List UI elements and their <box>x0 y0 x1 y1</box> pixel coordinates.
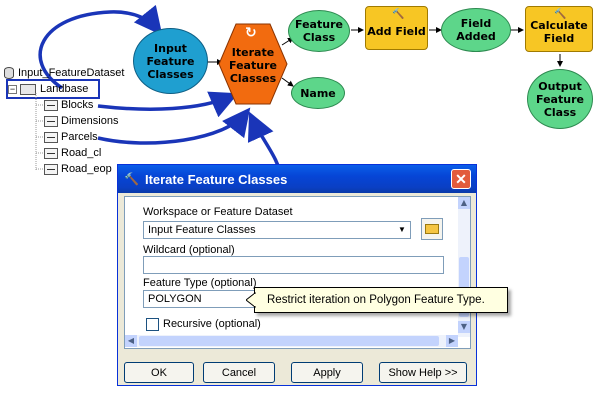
scroll-thumb-horizontal[interactable] <box>139 336 439 346</box>
dimension-layer-icon <box>44 115 58 127</box>
node-output-feature-class[interactable]: Output Feature Class <box>527 69 593 129</box>
vertical-scrollbar[interactable]: ▲ ▼ <box>458 197 470 337</box>
close-icon: ✕ <box>455 170 467 187</box>
feature-type-label: Feature Type (optional) <box>143 277 257 289</box>
scroll-right-icon[interactable]: ▶ <box>446 335 458 347</box>
tree-item-blocks[interactable]: Blocks <box>44 98 93 112</box>
close-button[interactable]: ✕ <box>451 169 471 189</box>
node-add-field[interactable]: 🔨 Add Field <box>365 6 428 50</box>
hammer-icon: 🔨 <box>124 172 139 186</box>
recursive-checkbox[interactable] <box>146 318 159 331</box>
tree-item-dimensions[interactable]: Dimensions <box>44 114 118 128</box>
node-feature-class[interactable]: Feature Class <box>288 10 350 52</box>
show-help-button[interactable]: Show Help >> <box>379 362 467 383</box>
scroll-up-icon[interactable]: ▲ <box>458 197 470 209</box>
node-input-feature-classes[interactable]: Input Feature Classes <box>133 28 208 94</box>
dialog-titlebar[interactable]: 🔨 Iterate Feature Classes ✕ <box>118 165 476 193</box>
polygon-layer-icon <box>44 99 58 111</box>
feature-type-tooltip: Restrict iteration on Polygon Feature Ty… <box>254 287 508 313</box>
workspace-label: Workspace or Feature Dataset <box>143 206 293 218</box>
horizontal-scrollbar[interactable]: ◀ ▶ <box>125 335 458 347</box>
recursive-label: Recursive (optional) <box>163 318 261 330</box>
workspace-value: Input Feature Classes <box>148 224 256 236</box>
wildcard-label: Wildcard (optional) <box>143 244 235 256</box>
wildcard-input[interactable] <box>143 256 444 274</box>
tree-item-road-cl[interactable]: Road_cl <box>44 146 101 160</box>
arrow-parcels-to-iterate <box>97 107 251 145</box>
tree-item-parcels[interactable]: Parcels <box>44 130 98 144</box>
cancel-button[interactable]: Cancel <box>203 362 275 383</box>
line-layer-icon <box>44 163 58 175</box>
ok-button[interactable]: OK <box>124 362 194 383</box>
browse-button[interactable] <box>421 218 443 240</box>
apply-button[interactable]: Apply <box>291 362 363 383</box>
iterator-cycle-icon: ↻ <box>245 25 257 41</box>
node-iterate-feature-classes[interactable]: ↻ Iterate Feature Classes <box>218 22 288 106</box>
scroll-down-icon[interactable]: ▼ <box>458 321 470 333</box>
node-name[interactable]: Name <box>291 77 345 109</box>
hammer-icon: 🔨 <box>392 9 405 20</box>
feature-type-value: POLYGON <box>148 293 202 305</box>
arrow-blocks-to-iterate <box>97 91 239 118</box>
tree-item-road-eop[interactable]: Road_eop <box>44 162 112 176</box>
workspace-dropdown[interactable]: Input Feature Classes ▼ <box>143 221 411 239</box>
dialog-title: Iterate Feature Classes <box>144 171 288 187</box>
tooltip-pointer <box>246 292 256 308</box>
feature-type-input[interactable]: POLYGON <box>143 290 263 308</box>
scroll-left-icon[interactable]: ◀ <box>125 335 137 347</box>
chevron-down-icon[interactable]: ▼ <box>395 223 409 237</box>
node-calculate-field[interactable]: 🔨 Calculate Field <box>525 6 593 52</box>
hammer-icon: 🔨 <box>554 9 567 20</box>
polygon-layer-icon <box>44 131 58 143</box>
line-layer-icon <box>44 147 58 159</box>
node-field-added[interactable]: Field Added <box>441 8 511 52</box>
open-folder-icon <box>425 224 439 234</box>
